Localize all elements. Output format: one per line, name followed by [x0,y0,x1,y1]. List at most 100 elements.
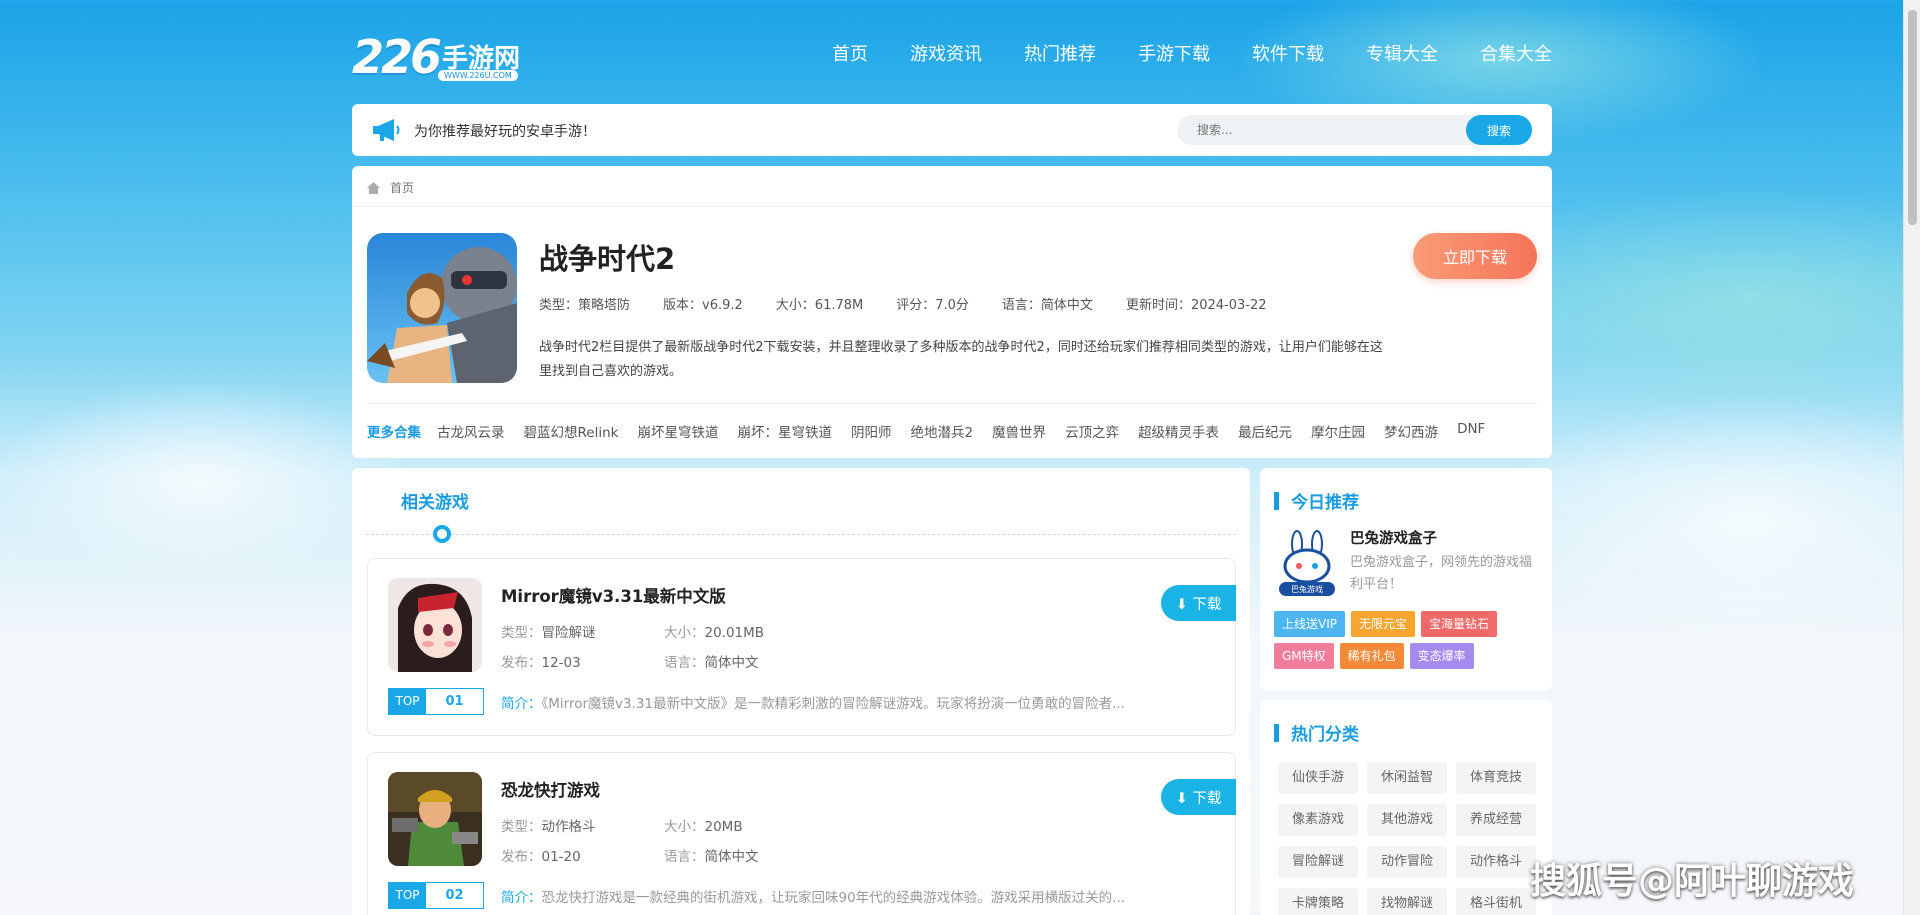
main-nav: 首页 游戏资讯 热门推荐 手游下载 软件下载 专辑大全 合集大全 [790,40,1552,66]
game-date: 发布：01-20 [501,849,581,865]
perk-tag: GM特权 [1274,643,1334,669]
category-item[interactable]: 其他游戏 [1367,804,1447,836]
collection-tag[interactable]: 梦幻西游 [1384,421,1438,441]
rank-badge: TOP 02 [388,882,484,909]
game-type: 类型：冒险解谜 [501,625,596,641]
game-card[interactable]: 恐龙快打游戏 类型：动作格斗 大小：20MB 发布：01-20 语言：简体中文 … [367,752,1236,915]
rank-top-label: TOP [389,883,426,908]
watermark: 搜狐号@阿叶聊游戏 [1530,861,1855,902]
game-icon-image [367,233,517,383]
download-button[interactable]: ⬇ 下载 [1161,585,1236,621]
game-language: 语言：简体中文 [1001,298,1093,313]
game-type: 类型：动作格斗 [501,819,596,835]
nav-news[interactable]: 游戏资讯 [910,40,982,66]
game-intro: 简介：恐龙快打游戏是一款经典的街机游戏，让玩家回味90年代的经典游戏体验。游戏采… [501,890,1126,906]
category-item[interactable]: 动作冒险 [1367,846,1447,878]
batu-logo[interactable]: 巴兔游戏 [1273,530,1341,598]
rank-top-label: TOP [389,689,426,714]
game-language: 语言：简体中文 [664,849,759,865]
game-date: 发布：12-03 [501,655,581,671]
box-title: 今日推荐 [1274,488,1359,513]
search-input[interactable] [1177,115,1467,145]
collection-tag[interactable]: 魔兽世界 [992,421,1046,441]
category-item[interactable]: 仙侠手游 [1278,762,1358,794]
category-item[interactable]: 动作格斗 [1456,846,1536,878]
collection-tag[interactable]: 碧蓝幻想Relink [524,421,619,441]
collection-tag[interactable]: 超级精灵手表 [1138,421,1219,441]
game-type: 类型：策略塔防 [539,298,631,313]
section-divider [366,534,1236,535]
scrollbar-thumb[interactable] [1908,10,1917,225]
nav-software[interactable]: 软件下载 [1252,40,1324,66]
game-title: 战争时代2 [539,242,676,276]
game-info-panel: 首页 战争时代2 类型：策略塔防 版本：v6.9.2 大小：61.78M 评分：… [352,166,1552,458]
collection-tag[interactable]: DNF [1457,421,1485,441]
nav-home[interactable]: 首页 [832,40,868,66]
download-button[interactable]: ⬇ 下载 [1161,779,1236,815]
collection-tag[interactable]: 云顶之弈 [1065,421,1119,441]
related-games-section: 相关游戏 Mirror魔镜v3.31最新中文版 类型：冒险解谜 大小：20.01… [352,468,1250,915]
box-title: 热门分类 [1274,720,1359,745]
collection-tag[interactable]: 最后纪元 [1238,421,1292,441]
perk-tag: 变态爆率 [1409,643,1474,669]
category-item[interactable]: 找物解谜 [1367,888,1447,915]
breadcrumb: 首页 [367,179,414,196]
rank-badge: TOP 01 [388,688,484,715]
more-collections-label: 更多合集 [367,425,421,441]
recommend-name[interactable]: 巴兔游戏盒子 [1350,527,1437,548]
recommend-desc: 巴兔游戏盒子，网领先的游戏福利平台！ [1350,555,1533,592]
game-size: 大小：20MB [664,819,743,835]
site-logo[interactable]: 226 手游网 WWW.226U.COM [352,30,527,86]
breadcrumb-home[interactable]: 首页 [390,179,414,196]
category-item[interactable]: 休闲益智 [1367,762,1447,794]
logo-url: WWW.226U.COM [438,70,518,81]
notice-text: 为你推荐最好玩的安卓手游！ [414,124,596,140]
category-item[interactable]: 卡牌策略 [1278,888,1358,915]
perk-tag: 稀有礼包 [1339,643,1404,669]
game-meta: 类型：策略塔防 版本：v6.9.2 大小：61.78M 评分：7.0分 语言：简… [539,294,1300,313]
category-item[interactable]: 格斗街机 [1456,888,1536,915]
nav-mobile-games[interactable]: 手游下载 [1138,40,1210,66]
perk-tag: 宝海量钻石 [1421,611,1498,637]
game-size: 大小：20.01MB [664,625,765,641]
collection-tag[interactable]: 阴阳师 [851,421,892,441]
logo-number: 226 [352,30,442,84]
recommend-tags: 上线送VIP 无限元宝 宝海量钻石 GM特权 稀有礼包 变态爆率 [1274,611,1544,675]
game-thumbnail[interactable] [388,772,482,866]
collection-tag[interactable]: 绝地潜兵2 [910,421,973,441]
category-item[interactable]: 冒险解谜 [1278,846,1358,878]
section-dot [433,525,451,543]
collection-tag[interactable]: 古龙风云录 [437,421,505,441]
more-collections: 更多合集 古龙风云录 碧蓝幻想Relink 崩坏星穹铁道 崩坏：星穹铁道 阴阳师… [367,421,1504,441]
category-item[interactable]: 体育竞技 [1456,762,1536,794]
game-version: 版本：v6.9.2 [663,298,743,313]
svg-text:巴兔游戏: 巴兔游戏 [1291,584,1323,594]
collection-tag[interactable]: 摩尔庄园 [1311,421,1365,441]
collection-tag[interactable]: 崩坏星穹铁道 [637,421,718,441]
page-scrollbar[interactable] [1903,0,1920,915]
game-size: 大小：61.78M [775,298,864,313]
category-item[interactable]: 养成经营 [1456,804,1536,836]
section-title: 相关游戏 [401,493,469,513]
megaphone-icon [373,119,400,141]
download-now-button[interactable]: 立即下载 [1413,233,1537,279]
game-card[interactable]: Mirror魔镜v3.31最新中文版 类型：冒险解谜 大小：20.01MB 发布… [367,558,1236,736]
nav-collections[interactable]: 合集大全 [1480,40,1552,66]
divider [367,403,1537,404]
perk-tag: 上线送VIP [1274,611,1345,637]
game-intro: 简介：《Mirror魔镜v3.31最新中文版》是一款精彩刺激的冒险解谜游戏。玩家… [501,696,1125,712]
collection-tag[interactable]: 崩坏：星穹铁道 [737,421,832,441]
category-item[interactable]: 像素游戏 [1278,804,1358,836]
game-thumbnail[interactable] [388,578,482,672]
home-icon [367,181,380,194]
game-rating: 评分：7.0分 [896,298,969,313]
game-name[interactable]: Mirror魔镜v3.31最新中文版 [501,583,726,607]
game-name[interactable]: 恐龙快打游戏 [501,777,600,801]
nav-albums[interactable]: 专辑大全 [1366,40,1438,66]
game-description: 战争时代2栏目提供了最新版战争时代2下载安装，并且整理收录了多种版本的战争时代2… [539,340,1383,379]
nav-hot[interactable]: 热门推荐 [1024,40,1096,66]
game-updated: 更新时间：2024-03-22 [1125,298,1267,313]
rank-number: 02 [445,888,464,903]
search-button[interactable]: 搜索 [1466,115,1532,145]
rank-number: 01 [445,694,464,709]
